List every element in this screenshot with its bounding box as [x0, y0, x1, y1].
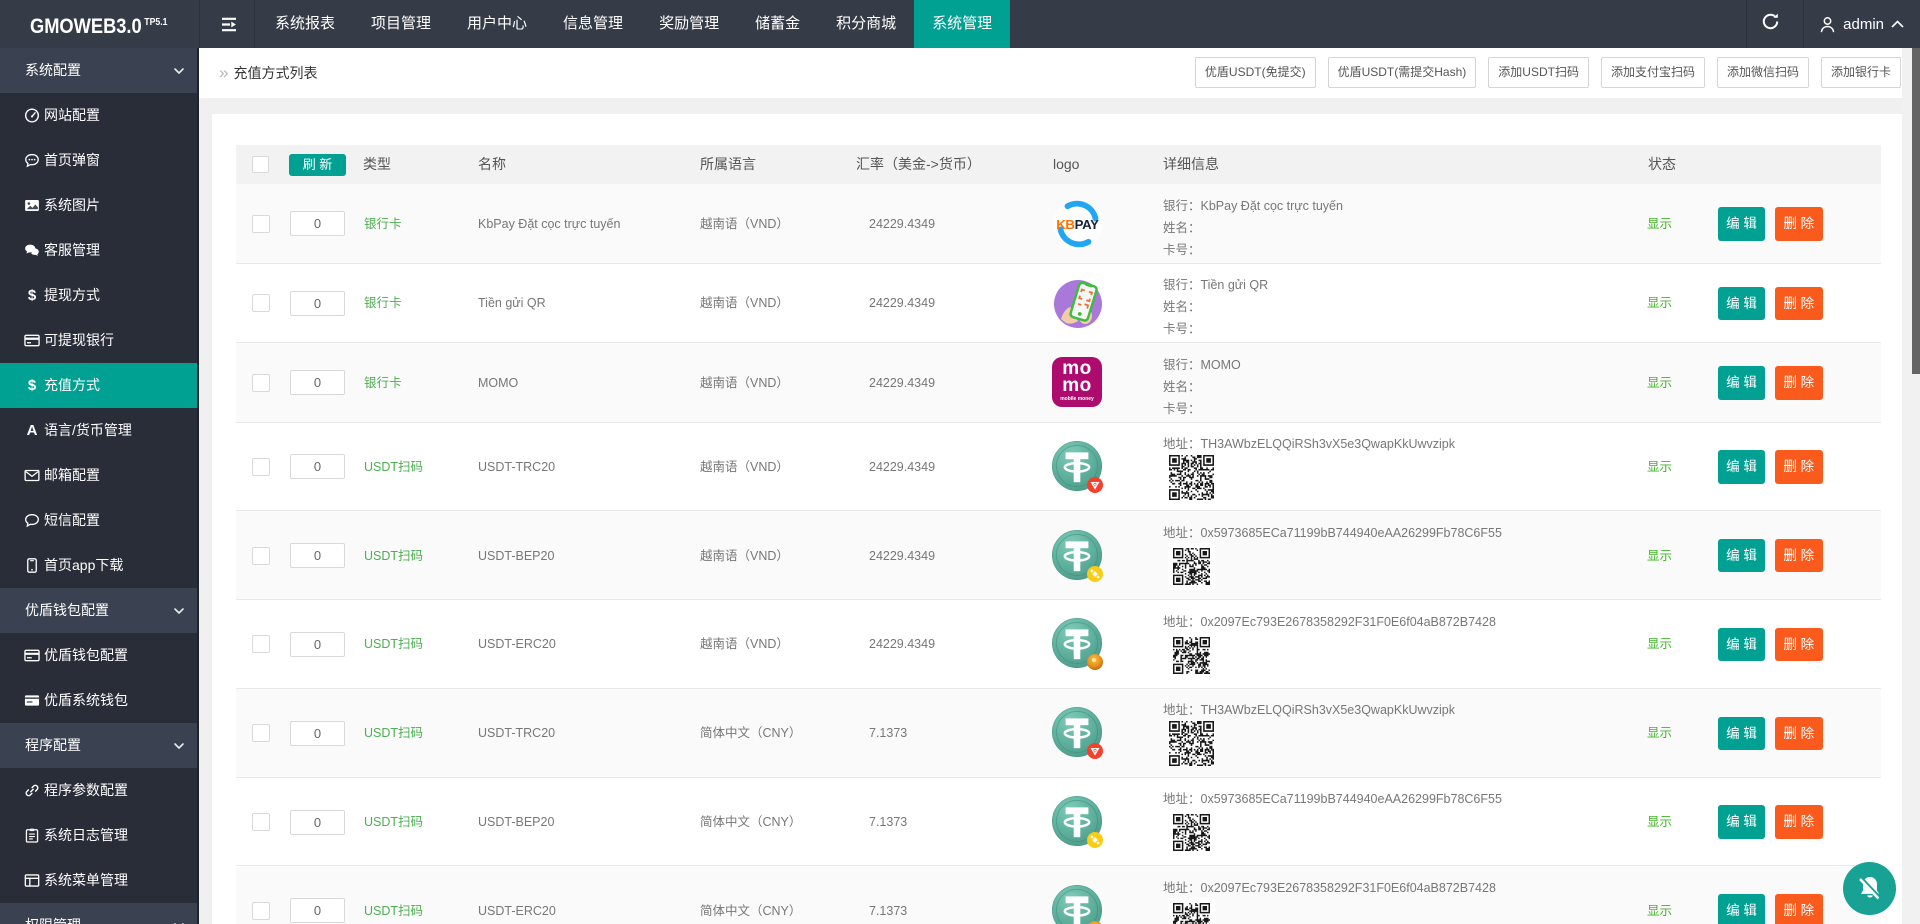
- svg-text:KBPAY: KBPAY: [1056, 217, 1099, 232]
